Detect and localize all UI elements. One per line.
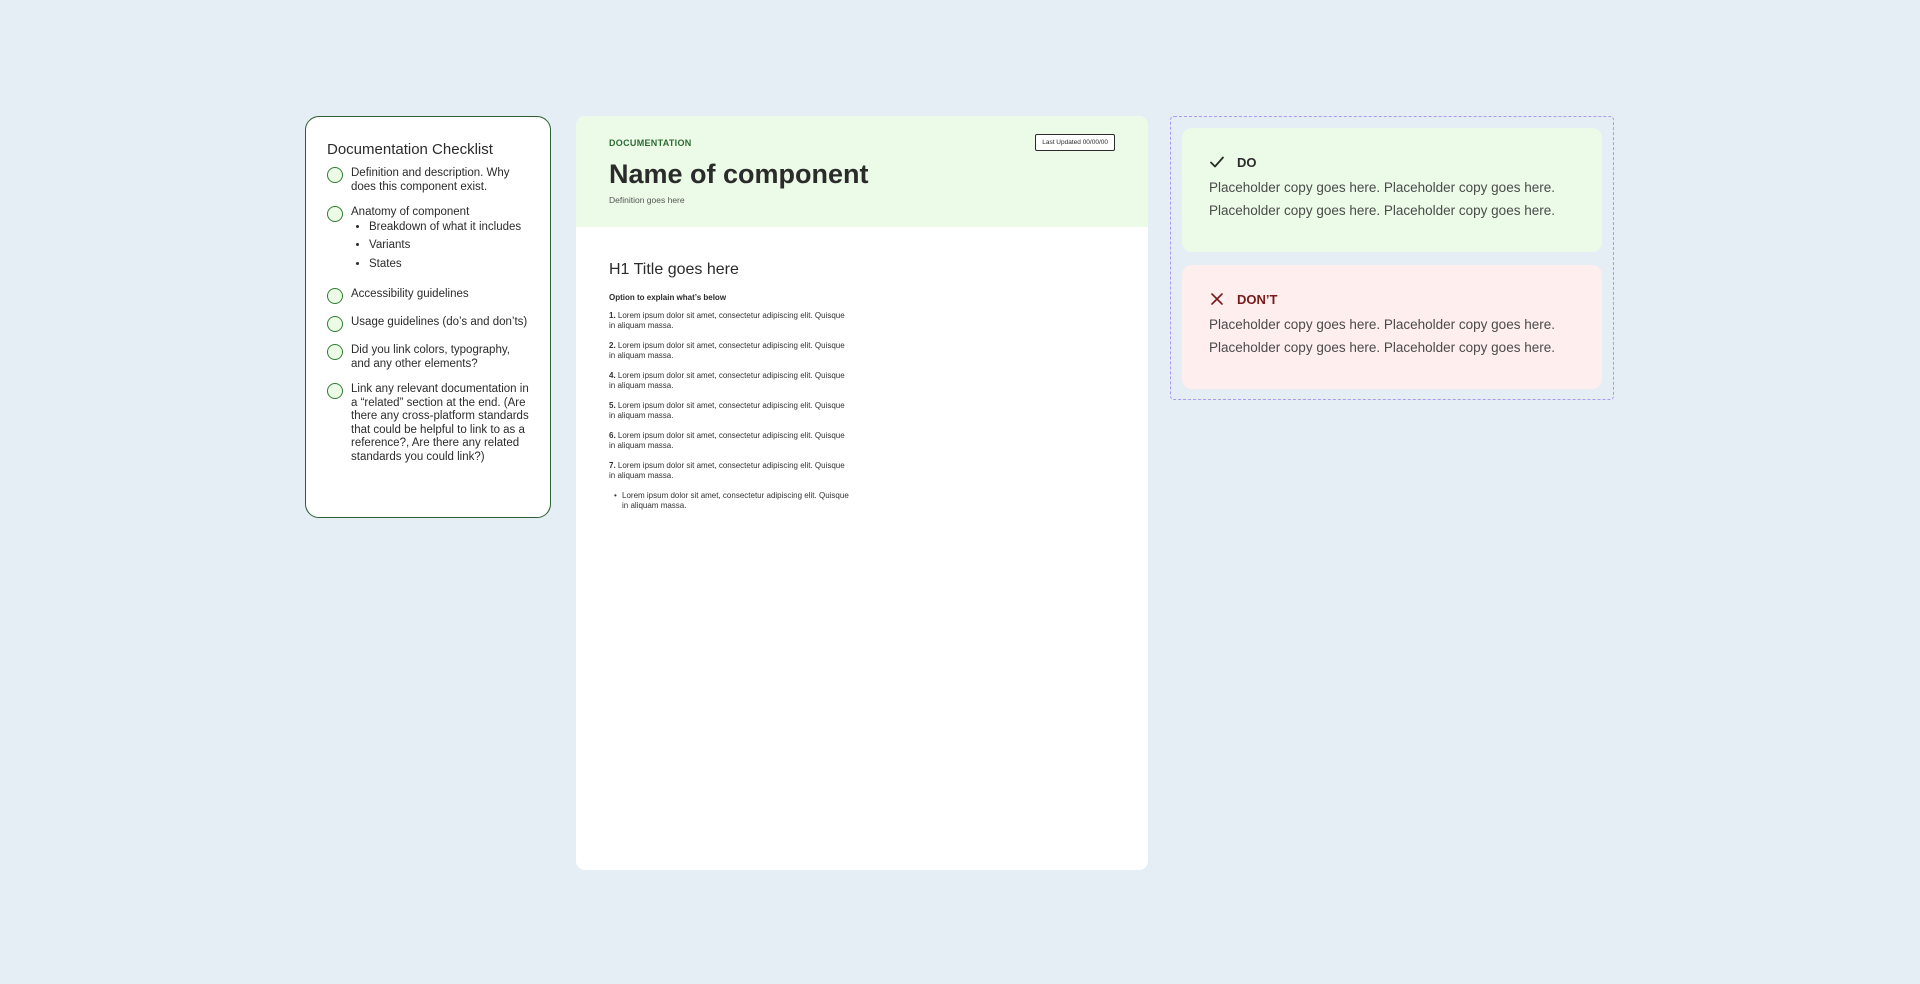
- checklist-item-label: Anatomy of component: [351, 206, 470, 218]
- documentation-page: DOCUMENTATION Last Updated 00/00/00 Name…: [576, 116, 1148, 870]
- checklist-item-label: Definition and description. Why does thi…: [351, 167, 510, 193]
- documentation-checklist: Documentation Checklist Definition and d…: [305, 116, 551, 518]
- page-title: Name of component: [609, 159, 869, 189]
- bullet-dot-icon: •: [614, 491, 617, 500]
- checklist-item-label: Accessibility guidelines: [351, 288, 469, 300]
- checklist-item[interactable]: Usage guidelines (do’s and don’ts): [327, 316, 530, 332]
- bullet-item: • Lorem ipsum dolor sit amet, consectetu…: [614, 491, 854, 511]
- checklist-item[interactable]: Anatomy of component Breakdown of what i…: [327, 206, 530, 276]
- list-item-text: Lorem ipsum dolor sit amet, consectetur …: [609, 371, 845, 390]
- checklist-subitem: Variants: [369, 239, 521, 253]
- do-dont-panel: DO Placeholder copy goes here. Placehold…: [1170, 116, 1614, 400]
- dont-copy: Placeholder copy goes here. Placeholder …: [1209, 317, 1555, 355]
- checklist-sub-list: Breakdown of what it includes Variants S…: [351, 221, 521, 272]
- list-item-number: 7.: [609, 461, 616, 470]
- checklist-item[interactable]: Definition and description. Why does thi…: [327, 167, 530, 194]
- checkbox-circle-icon[interactable]: [327, 316, 343, 332]
- list-item-text: Lorem ipsum dolor sit amet, consectetur …: [609, 401, 845, 420]
- list-item-number: 4.: [609, 371, 616, 380]
- list-item-number: 5.: [609, 401, 616, 410]
- list-item: 6. Lorem ipsum dolor sit amet, consectet…: [609, 431, 849, 451]
- do-label: DO: [1237, 154, 1257, 170]
- checklist-item[interactable]: Link any relevant documentation in a “re…: [327, 383, 530, 464]
- list-item-text: Lorem ipsum dolor sit amet, consectetur …: [609, 341, 845, 360]
- dont-label: DON’T: [1237, 291, 1278, 307]
- checklist-title: Documentation Checklist: [327, 141, 493, 158]
- doc-option-label: Option to explain what’s below: [609, 293, 727, 302]
- dont-card-header: DON’T: [1209, 291, 1602, 307]
- check-icon: [1210, 156, 1224, 168]
- checkbox-circle-icon[interactable]: [327, 288, 343, 304]
- doc-header: DOCUMENTATION Last Updated 00/00/00 Name…: [576, 116, 1148, 227]
- checklist-item-label: Usage guidelines (do’s and don’ts): [351, 316, 528, 328]
- doc-body: H1 Title goes here Option to explain wha…: [576, 227, 1148, 511]
- dont-card: DON’T Placeholder copy goes here. Placeh…: [1182, 265, 1602, 389]
- x-icon: [1211, 293, 1223, 305]
- checkbox-circle-icon[interactable]: [327, 383, 343, 399]
- list-item-number: 1.: [609, 311, 616, 320]
- list-item-text: Lorem ipsum dolor sit amet, consectetur …: [609, 461, 845, 480]
- doc-numbered-list: 1. Lorem ipsum dolor sit amet, consectet…: [609, 311, 1148, 511]
- doc-definition: Definition goes here: [609, 195, 685, 205]
- list-item: 2. Lorem ipsum dolor sit amet, consectet…: [609, 341, 849, 361]
- checklist-subitem: States: [369, 258, 521, 272]
- checkbox-circle-icon[interactable]: [327, 206, 343, 222]
- do-copy: Placeholder copy goes here. Placeholder …: [1209, 180, 1555, 218]
- do-card-header: DO: [1209, 154, 1602, 170]
- checklist-item-label: Did you link colors, typography, and any…: [351, 344, 510, 370]
- list-item-text: Lorem ipsum dolor sit amet, consectetur …: [609, 311, 845, 330]
- checklist-subitem: Breakdown of what it includes: [369, 221, 521, 235]
- do-card: DO Placeholder copy goes here. Placehold…: [1182, 128, 1602, 252]
- checklist-item[interactable]: Accessibility guidelines: [327, 288, 530, 304]
- checklist-item-label: Link any relevant documentation in a “re…: [351, 383, 529, 463]
- list-item: 7. Lorem ipsum dolor sit amet, consectet…: [609, 461, 849, 481]
- last-updated-badge: Last Updated 00/00/00: [1035, 134, 1115, 151]
- list-item-text: Lorem ipsum dolor sit amet, consectetur …: [609, 431, 845, 450]
- checklist-item-group: Anatomy of component Breakdown of what i…: [351, 206, 521, 276]
- list-item-number: 2.: [609, 341, 616, 350]
- list-item-number: 6.: [609, 431, 616, 440]
- bullet-item-text: Lorem ipsum dolor sit amet, consectetur …: [622, 491, 849, 510]
- checkbox-circle-icon[interactable]: [327, 167, 343, 183]
- list-item: 5. Lorem ipsum dolor sit amet, consectet…: [609, 401, 849, 421]
- doc-section-title: H1 Title goes here: [609, 261, 739, 278]
- checkbox-circle-icon[interactable]: [327, 344, 343, 360]
- list-item: 1. Lorem ipsum dolor sit amet, consectet…: [609, 311, 849, 331]
- checklist-item[interactable]: Did you link colors, typography, and any…: [327, 344, 530, 371]
- list-item: 4. Lorem ipsum dolor sit amet, consectet…: [609, 371, 849, 391]
